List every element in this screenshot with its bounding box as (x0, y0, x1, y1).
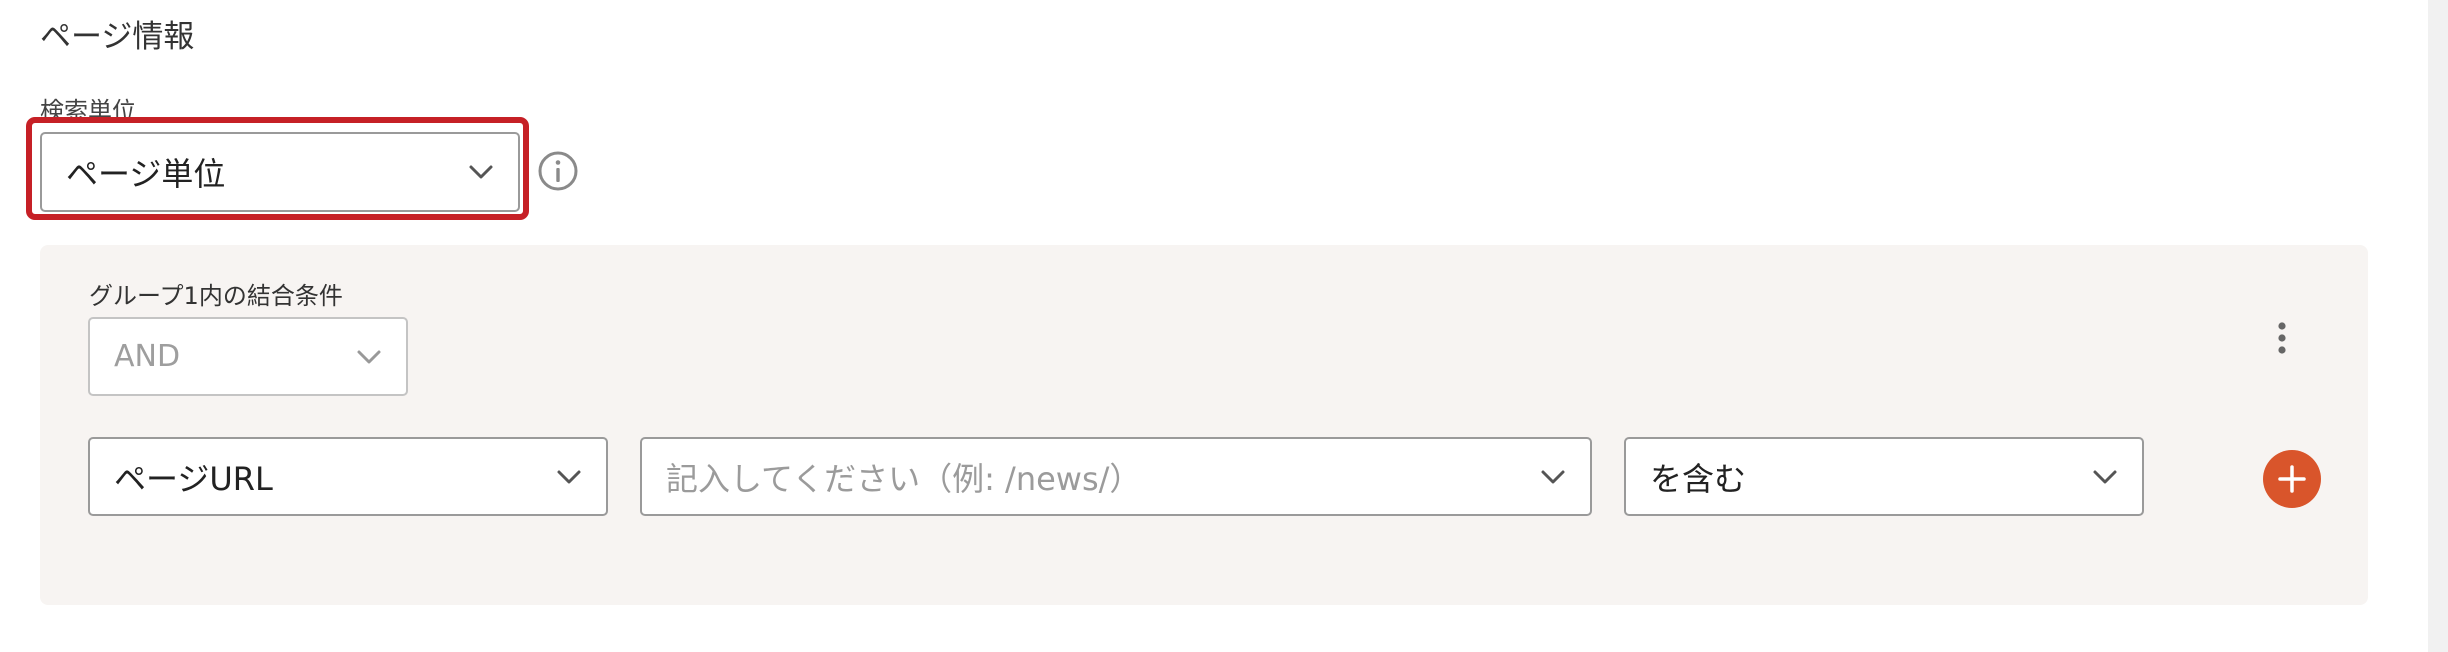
chevron-down-icon (2093, 470, 2117, 483)
info-circle-icon[interactable] (536, 149, 580, 193)
add-condition-button[interactable] (2263, 450, 2321, 508)
section-title: ページ情報 (40, 19, 195, 55)
group-panel (40, 245, 2368, 605)
filter-value-input[interactable]: 記入してください（例: /news/） (640, 437, 1592, 516)
filter-operator-select[interactable]: を含む (1624, 437, 2144, 516)
group-condition-select[interactable]: AND (88, 317, 408, 396)
chevron-down-icon (469, 165, 493, 179)
filter-field-value: ページURL (114, 459, 273, 498)
filter-field-select[interactable]: ページURL (88, 437, 608, 516)
filter-operator-value: を含む (1650, 459, 1747, 498)
chevron-down-icon (357, 350, 381, 363)
group-condition-value: AND (114, 339, 181, 374)
scrollbar-track[interactable] (2428, 0, 2448, 652)
group-condition-label: グループ1内の結合条件 (89, 282, 343, 310)
vertical-dots-icon[interactable] (2264, 318, 2300, 362)
plus-icon (2278, 465, 2306, 493)
search-unit-value: ページ単位 (66, 155, 226, 193)
chevron-down-icon (1541, 470, 1565, 483)
search-unit-select[interactable]: ページ単位 (40, 132, 520, 212)
chevron-down-icon (557, 470, 581, 483)
filter-value-placeholder: 記入してください（例: /news/） (666, 459, 1142, 498)
